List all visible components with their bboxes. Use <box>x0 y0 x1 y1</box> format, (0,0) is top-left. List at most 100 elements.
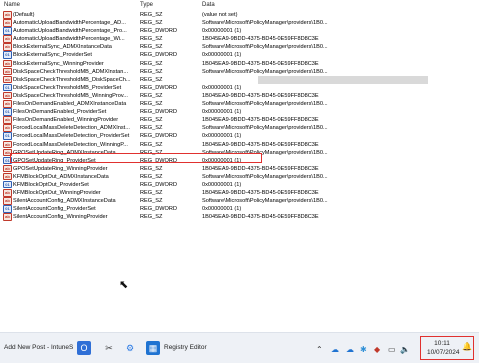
registry-value-row[interactable]: 01 FilesOnDemandEnabled_ProviderSet REG_DW… <box>0 108 479 116</box>
string-value-icon: ab <box>3 213 12 221</box>
value-name: KFMBlockOptOut_WinningProvider <box>13 190 101 197</box>
registry-value-row[interactable]: 01 ForcedLocalMassDeleteDetection_Provide… <box>0 132 479 140</box>
registry-value-row[interactable]: ab KFMBlockOptOut_WinningProvider REG_SZ 1B… <box>0 189 479 197</box>
value-type: REG_SZ <box>140 68 163 75</box>
value-name: DiskSpaceCheckThresholdMB_ProviderSet <box>13 84 122 91</box>
value-type: REG_DWORD <box>140 28 177 35</box>
binary-value-icon: 01 <box>3 83 12 92</box>
value-data: 1B045EA9-9BDD-4375-BD45-0E59FF8D8C3E <box>202 117 319 124</box>
value-name: BlockExternalSync_ADMXInstanceData <box>13 44 112 51</box>
value-data: (value not set) <box>202 12 238 18</box>
string-value-icon: ab <box>3 19 12 27</box>
registry-value-row[interactable]: ab DiskSpaceCheckThresholdMB_DiskSpaceCh.… <box>0 75 479 84</box>
value-data: 1B045EA9-9BDD-4375-BD45-0E59FF8D8C3E <box>202 60 319 67</box>
value-data: Software\Microsoft\PolicyManager\provide… <box>202 173 328 180</box>
value-data: 1B045EA9-9BDD-4375-BD45-0E59FF8D8C3E <box>202 165 319 172</box>
value-type: REG_SZ <box>140 12 163 18</box>
registry-value-row[interactable]: ab KFMBlockOptOut_ADMXInstanceData REG_SZ S… <box>0 172 479 181</box>
registry-value-row[interactable]: 01 DiskSpaceCheckThresholdMB_ProviderSet R… <box>0 83 479 92</box>
value-data: 0x00000001 (1) <box>202 133 242 140</box>
registry-value-row[interactable]: ab ForcedLocalMassDeleteDetection_Winning… <box>0 140 479 149</box>
value-name: DiskSpaceCheckThresholdMB_ADMXInstan... <box>13 68 129 75</box>
value-name: ForcedLocalMassDeleteDetection_ADMXInst.… <box>13 125 130 132</box>
registry-value-row[interactable]: ab FilesOnDemandEnabled_ADMXInstanceData R… <box>0 100 479 108</box>
value-data: Software\Microsoft\PolicyManager\provide… <box>202 101 328 108</box>
column-type-header[interactable]: Type <box>140 0 153 11</box>
registry-value-row[interactable]: ab SilentAccountConfig_ADMXInstanceData RE… <box>0 197 479 205</box>
registry-value-row[interactable]: ab (Default) REG_SZ (value not set) <box>0 11 479 19</box>
registry-value-row[interactable]: ab SilentAccountConfig_WinningProvider REG… <box>0 213 479 221</box>
display-icon[interactable]: ▭ <box>388 345 396 354</box>
value-name: GPOSetUpdateRing_WinningProvider <box>13 165 108 172</box>
show-hidden-icons-chevron-icon[interactable]: ⌃ <box>316 345 323 354</box>
value-name: FilesOnDemandEnabled_ProviderSet <box>13 109 107 116</box>
registry-value-row[interactable]: ab DiskSpaceCheckThresholdMB_WinningProv.… <box>0 91 479 100</box>
string-value-icon: ab <box>3 35 12 43</box>
value-type: REG_SZ <box>140 125 163 132</box>
registry-value-row[interactable]: ab ForcedLocalMassDeleteDetection_ADMXIns… <box>0 124 479 132</box>
value-name: DiskSpaceCheckThresholdMB_DiskSpaceCh... <box>13 76 131 83</box>
value-data: 0x00000001 (1) <box>202 109 242 116</box>
value-type: REG_DWORD <box>140 181 177 188</box>
binary-value-icon: 01 <box>3 180 12 189</box>
string-value-icon: ab <box>3 91 12 100</box>
string-value-icon: ab <box>3 100 12 108</box>
security-icon[interactable]: ◆ <box>374 345 380 354</box>
value-type: REG_DWORD <box>140 133 177 140</box>
value-data: Software\Microsoft\PolicyManager\provide… <box>202 20 328 27</box>
value-name: BlockExternalSync_WinningProvider <box>13 60 104 67</box>
value-data: 0x00000001 (1) <box>202 28 242 35</box>
value-name: KFMBlockOptOut_ProviderSet <box>13 181 89 188</box>
registry-editor-icon[interactable]: ▦ <box>146 341 160 355</box>
registry-value-row[interactable]: ab AutomaticUploadBandwidthPercentage_Wi.… <box>0 35 479 43</box>
taskbar: Add New Post - IntuneS O ✂ ⚙ ▦ Registry … <box>0 332 479 363</box>
binary-value-icon: 01 <box>3 132 12 140</box>
registry-value-row[interactable]: 01 AutomaticUploadBandwidthPercentage_Pro… <box>0 27 479 35</box>
registry-value-row[interactable]: ab GPOSetUpdateRing_WinningProvider REG_SZ… <box>0 164 479 173</box>
value-data: 0x00000001 (1) <box>202 84 242 91</box>
value-data: Software\Microsoft\PolicyManager\provide… <box>202 198 328 205</box>
settings-icon[interactable]: ⚙ <box>123 341 137 355</box>
redacted-data <box>258 75 428 84</box>
volume-icon[interactable]: 🔈 <box>400 345 410 354</box>
registry-value-row[interactable]: ab DiskSpaceCheckThresholdMB_ADMXInstan..… <box>0 67 479 76</box>
taskbar-browser-title[interactable]: Add New Post - IntuneS <box>4 344 73 351</box>
value-data: 1B045EA9-9BDD-4375-BD45-0E59FF8D8C3E <box>202 92 319 99</box>
clock-area[interactable]: 10:11 10/07/2024 🔔 <box>420 336 474 360</box>
registry-values-list: ab (Default) REG_SZ (value not set) ab Automa… <box>0 11 479 221</box>
value-type: REG_SZ <box>140 60 163 67</box>
value-data: 1B045EA9-9BDD-4375-BD45-0E59FF8D8C3E <box>202 141 319 148</box>
snipping-tool-icon[interactable]: ✂ <box>102 341 116 355</box>
binary-value-icon: 01 <box>3 108 12 116</box>
column-name-header[interactable]: Name <box>4 0 20 11</box>
value-type: REG_SZ <box>140 198 163 205</box>
notification-bell-icon[interactable]: 🔔 <box>462 342 472 351</box>
value-data: Software\Microsoft\PolicyManager\provide… <box>202 44 328 51</box>
onedrive-cloud-icon-2[interactable]: ☁ <box>346 345 354 354</box>
registry-value-row[interactable]: 01 KFMBlockOptOut_ProviderSet REG_DWORD 0x0… <box>0 180 479 189</box>
registry-value-row[interactable]: ab BlockExternalSync_WinningProvider REG_S… <box>0 59 479 68</box>
value-data: 0x00000001 (1) <box>202 52 242 59</box>
registry-editor-label[interactable]: Registry Editor <box>164 344 207 351</box>
column-data-header[interactable]: Data <box>202 0 215 11</box>
onedrive-cloud-icon[interactable]: ☁ <box>331 345 339 354</box>
value-data: Software\Microsoft\PolicyManager\provide… <box>202 68 328 75</box>
value-type: REG_DWORD <box>140 109 177 116</box>
string-value-icon: ab <box>3 124 12 132</box>
registry-value-row[interactable]: ab BlockExternalSync_ADMXInstanceData REG_… <box>0 43 479 51</box>
value-name: AutomaticUploadBandwidthPercentage_Pro..… <box>13 28 127 35</box>
value-name: SilentAccountConfig_ADMXInstanceData <box>13 198 116 205</box>
binary-value-icon: 01 <box>3 27 12 35</box>
value-data: 1B045EA9-9BDD-4375-BD45-0E59FF8D8C3E <box>202 214 319 221</box>
registry-value-row[interactable]: 01 BlockExternalSync_ProviderSet REG_DWORD… <box>0 51 479 59</box>
registry-value-row[interactable]: 01 SilentAccountConfig_ProviderSet REG_DWO… <box>0 205 479 213</box>
value-name: KFMBlockOptOut_ADMXInstanceData <box>13 173 109 180</box>
outlook-icon[interactable]: O <box>77 341 91 355</box>
bluetooth-icon[interactable]: ✱ <box>360 345 367 354</box>
string-value-icon: ab <box>3 197 12 205</box>
registry-value-row[interactable]: ab AutomaticUploadBandwidthPercentage_AD.… <box>0 19 479 27</box>
value-name: SilentAccountConfig_WinningProvider <box>13 214 108 221</box>
string-value-icon: ab <box>3 116 12 124</box>
registry-value-row[interactable]: ab FilesOnDemandEnabled_WinningProvider RE… <box>0 116 479 124</box>
value-type: REG_SZ <box>140 165 163 172</box>
